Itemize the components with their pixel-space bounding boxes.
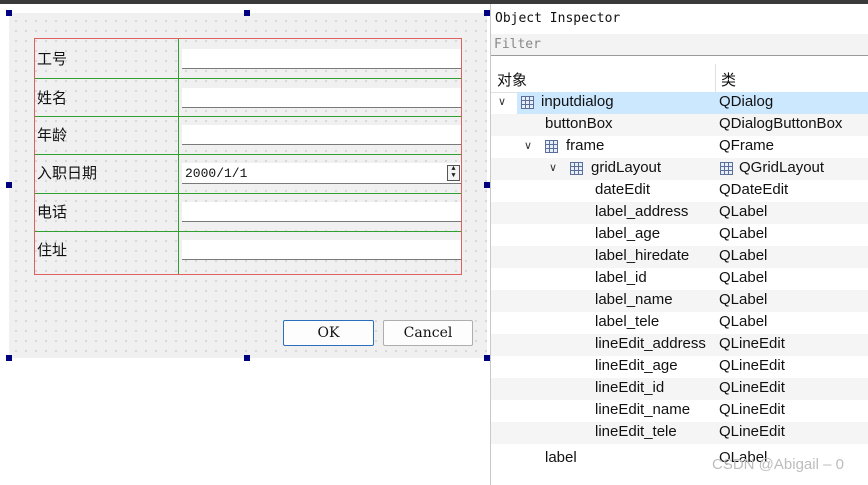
tree-class-name: QLabel	[719, 291, 768, 308]
tree-row-label-hiredate[interactable]: label_hiredate QLabel	[491, 246, 868, 268]
line-edit-age[interactable]	[182, 125, 461, 145]
watermark: CSDN @Abigail – 0	[712, 456, 844, 473]
tree-row-label-id[interactable]: label_id QLabel	[491, 268, 868, 290]
label-hiredate: 入职日期	[37, 164, 98, 182]
tree-row-lineedit-age[interactable]: lineEdit_age QLineEdit	[491, 356, 868, 378]
tree-object-name: gridLayout	[591, 159, 662, 176]
tree-object-name: lineEdit_name	[595, 401, 691, 418]
tree-object-name: inputdialog	[541, 93, 614, 110]
tree-class-name: QLabel	[719, 313, 768, 330]
date-value: 2000/1/1	[185, 166, 248, 181]
spin-down-icon[interactable]: ▼	[448, 173, 459, 180]
tree-class-name: QLabel	[719, 269, 768, 286]
tree-class-name: QDialogButtonBox	[719, 115, 843, 132]
resize-handle[interactable]	[6, 10, 12, 16]
tree-row-lineedit-id[interactable]: lineEdit_id QLineEdit	[491, 378, 868, 400]
tree-object-name: lineEdit_age	[595, 357, 678, 374]
tree-object-name: label_tele	[595, 313, 660, 330]
resize-handle[interactable]	[6, 355, 12, 361]
label-name: 姓名	[37, 89, 68, 107]
date-spin-buttons[interactable]: ▲ ▼	[447, 165, 460, 181]
tree-class-name: QDialog	[719, 93, 774, 110]
tree-object-name: lineEdit_id	[595, 379, 665, 396]
resize-handle[interactable]	[6, 182, 12, 188]
column-separator[interactable]	[715, 64, 716, 92]
filter-placeholder: Filter	[494, 37, 541, 52]
column-header-class[interactable]: 类	[721, 69, 736, 90]
grid-divider	[35, 116, 461, 117]
tree-row-buttonbox[interactable]: buttonBox QDialogButtonBox	[491, 114, 868, 136]
tree-class-name: QFrame	[719, 137, 775, 154]
cancel-button[interactable]: Cancel	[383, 320, 473, 346]
filter-input[interactable]: Filter	[491, 34, 868, 56]
tree-class-name: QDateEdit	[719, 181, 789, 198]
grid-divider	[35, 154, 461, 155]
tree-class-name: QLabel	[719, 247, 768, 264]
tree-row-label-age[interactable]: label_age QLabel	[491, 224, 868, 246]
object-inspector-panel: Object Inspector Filter 对象 类 ∨ inputdial…	[490, 4, 868, 485]
resize-handle[interactable]	[244, 10, 250, 16]
tree-row-lineedit-tele[interactable]: lineEdit_tele QLineEdit	[491, 422, 868, 444]
label-tele: 电话	[37, 203, 68, 221]
grid-divider	[35, 231, 461, 232]
inspector-header: 对象 类	[491, 64, 868, 93]
column-header-object[interactable]: 对象	[497, 69, 527, 90]
date-edit[interactable]: 2000/1/1 ▲ ▼	[182, 163, 461, 184]
grid-layout-icon	[570, 162, 583, 175]
tree-object-name: buttonBox	[545, 115, 613, 132]
tree-object-name: label	[545, 449, 577, 466]
tree-row-lineedit-address[interactable]: lineEdit_address QLineEdit	[491, 334, 868, 356]
line-edit-id[interactable]	[182, 49, 461, 69]
widget-grid-icon	[521, 96, 534, 109]
tree-class-name: QLineEdit	[719, 423, 785, 440]
tree-row-label-address[interactable]: label_address QLabel	[491, 202, 868, 224]
tree-object-name: frame	[566, 137, 605, 154]
tree-row-lineedit-name[interactable]: lineEdit_name QLineEdit	[491, 400, 868, 422]
tree-row-frame[interactable]: ∨ frame QFrame	[491, 136, 868, 158]
tree-class-name: QLineEdit	[719, 335, 785, 352]
grid-layout-icon	[720, 162, 733, 175]
tree-class-name: QLabel	[719, 225, 768, 242]
tree-object-name: dateEdit	[595, 181, 651, 198]
line-edit-name[interactable]	[182, 88, 461, 108]
tree-row-label-name[interactable]: label_name QLabel	[491, 290, 868, 312]
expand-arrow-icon[interactable]: ∨	[498, 95, 506, 108]
expand-arrow-icon[interactable]: ∨	[524, 139, 532, 152]
tree-object-name: label_address	[595, 203, 689, 220]
grid-divider	[178, 39, 179, 274]
tree-object-name: lineEdit_tele	[595, 423, 677, 440]
grid-divider	[35, 78, 461, 79]
tree-class-name: QLineEdit	[719, 401, 785, 418]
line-edit-address[interactable]	[182, 240, 461, 260]
tree-object-name: label_name	[595, 291, 673, 308]
tree-object-name: label_age	[595, 225, 661, 242]
tree-row-dateedit[interactable]: dateEdit QDateEdit	[491, 180, 868, 202]
line-edit-tele[interactable]	[182, 202, 461, 222]
tree-class-name: QLabel	[719, 203, 768, 220]
tree-row-gridlayout[interactable]: ∨ gridLayout QGridLayout	[491, 158, 868, 180]
tree-row-label-tele[interactable]: label_tele QLabel	[491, 312, 868, 334]
tree-class-name: QLineEdit	[719, 379, 785, 396]
label-age: 年龄	[37, 126, 68, 144]
tree-class-name: QGridLayout	[739, 159, 825, 176]
tree-object-name: label_hiredate	[595, 247, 690, 264]
label-id: 工号	[37, 50, 68, 68]
tree-row-inputdialog[interactable]: ∨ inputdialog QDialog	[491, 92, 868, 114]
expand-arrow-icon[interactable]: ∨	[549, 161, 557, 174]
inspector-title: Object Inspector	[495, 11, 621, 26]
resize-handle[interactable]	[244, 355, 250, 361]
widget-grid-icon	[545, 140, 558, 153]
tree-object-name: lineEdit_address	[595, 335, 706, 352]
grid-divider	[35, 193, 461, 194]
label-address: 住址	[37, 241, 68, 259]
tree-object-name: label_id	[595, 269, 647, 286]
ok-button[interactable]: OK	[283, 320, 374, 346]
tree-class-name: QLineEdit	[719, 357, 785, 374]
